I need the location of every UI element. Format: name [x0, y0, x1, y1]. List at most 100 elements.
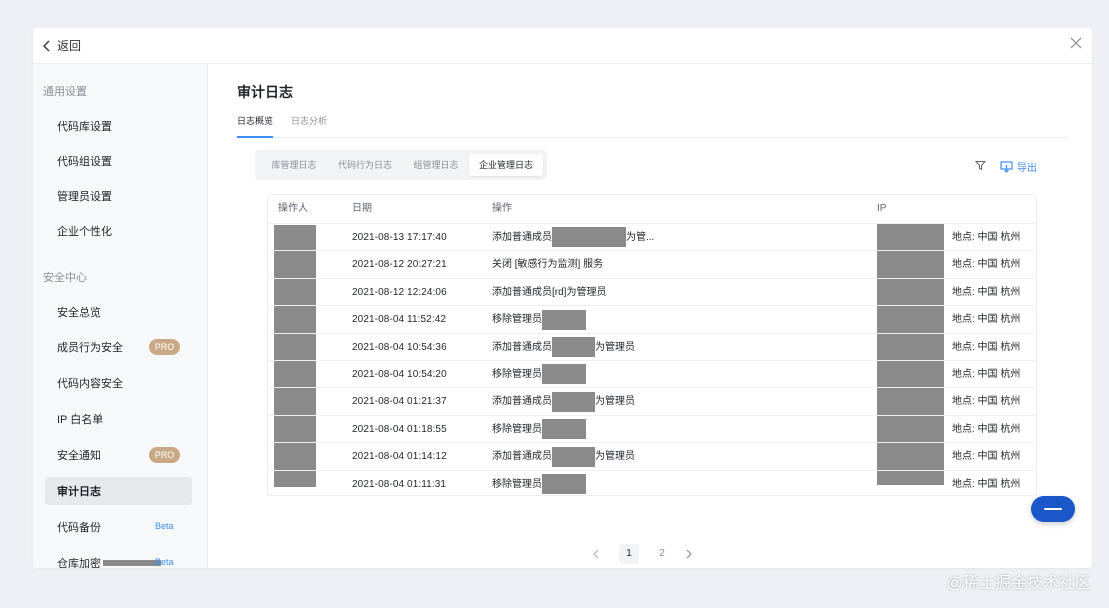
chevron-left-icon	[43, 40, 50, 51]
operation-cell: 移除管理员	[492, 306, 586, 333]
tab-log-overview[interactable]: 日志概览	[237, 114, 274, 138]
redaction-block	[103, 560, 161, 566]
back-label: 返回	[57, 39, 82, 53]
column-header-date: 日期	[352, 203, 372, 214]
page-2-button[interactable]: 2	[652, 544, 672, 564]
location-cell: 地点: 中国 杭州	[952, 232, 1021, 243]
table-row: 2021-08-12 20:27:21 关闭 [敏感行为监测] 服务 地点: 中国 …	[268, 250, 1036, 277]
table-row: 2021-08-04 10:54:36 添加普通成员 为管理员 地点: 中国 杭州	[268, 332, 1036, 361]
operation-cell: 移除管理员	[492, 416, 586, 443]
table-row: 2021-08-04 10:54:20 移除管理员 地点: 中国 杭州	[268, 360, 1036, 387]
sidebar-item-label: 企业个性化	[57, 226, 112, 238]
tab-bar: 日志概览 日志分析	[237, 114, 1068, 138]
operation-cell: 关闭 [敏感行为监测] 服务	[492, 251, 603, 278]
operation-text: 移除管理员	[492, 369, 542, 380]
prev-page-icon[interactable]	[592, 549, 600, 559]
chat-assistant-button[interactable]	[1031, 496, 1075, 522]
name-redaction	[542, 309, 586, 330]
operation-text: 移除管理员	[492, 314, 542, 326]
sidebar-item-personalization[interactable]: 企业个性化	[45, 217, 192, 245]
name-redaction	[542, 473, 586, 494]
date-cell: 2021-08-04 01:21:37	[352, 396, 447, 408]
location-cell: 地点: 中国 杭州	[952, 423, 1021, 435]
name-redaction	[552, 336, 595, 357]
pro-badge: PRO	[149, 447, 180, 463]
close-icon[interactable]	[1070, 37, 1082, 49]
location-cell: 地点: 中国 杭州	[952, 259, 1021, 271]
sidebar-item-repo-encryption[interactable]: 仓库加密 Beta	[45, 549, 192, 568]
table-row: 2021-08-13 17:17:40 添加普通成员 为管... 地点: 中国 杭州	[268, 223, 1036, 250]
operation-cell: 添加普通成员 为管理员	[492, 334, 635, 361]
beta-badge: Beta	[155, 521, 174, 531]
segment-code-behavior-log[interactable]: 代码行为日志	[329, 154, 401, 176]
date-cell: 2021-08-04 11:52:42	[352, 314, 447, 326]
main-content: 审计日志 日志概览 日志分析 库管理日志 代码行为日志 组管理日志 企业管理日志…	[209, 64, 1092, 568]
settings-window: 返回 通用设置 代码库设置 代码组设置 管理员设置 企业个性化 安全中心 安全总…	[33, 28, 1092, 568]
date-cell: 2021-08-13 17:17:40	[352, 232, 447, 243]
operation-text: 关闭 [敏感行为监测] 服务	[492, 259, 604, 271]
operation-suffix: 为管理员	[595, 396, 635, 408]
log-type-segmented-control: 库管理日志 代码行为日志 组管理日志 企业管理日志	[255, 150, 547, 180]
column-header-operator: 操作人	[278, 203, 308, 214]
date-cell: 2021-08-04 01:11:31	[352, 478, 447, 490]
next-page-icon[interactable]	[685, 549, 693, 559]
location-cell: 地点: 中国 杭州	[952, 369, 1021, 380]
date-cell: 2021-08-04 01:18:55	[352, 423, 447, 435]
sidebar-item-security-notice[interactable]: 安全通知 PRO	[45, 441, 192, 469]
back-button[interactable]: 返回	[43, 37, 81, 54]
name-redaction	[552, 391, 595, 412]
sidebar-item-security-overview[interactable]: 安全总览	[45, 298, 192, 326]
operation-text: 移除管理员	[492, 478, 542, 490]
sidebar-item-admin-settings[interactable]: 管理员设置	[45, 182, 192, 210]
operation-cell: 移除管理员	[492, 361, 586, 388]
page-1-button[interactable]: 1	[619, 544, 639, 564]
page-title: 审计日志	[237, 84, 293, 100]
name-redaction	[552, 227, 626, 248]
sidebar-item-label: 成员行为安全	[57, 342, 123, 354]
export-button[interactable]: 导出	[1000, 159, 1037, 174]
tab-log-analysis[interactable]: 日志分析	[291, 114, 327, 138]
watermark: @稀土掘金技术社区	[946, 575, 1091, 592]
location-cell: 地点: 中国 杭州	[952, 478, 1021, 490]
segment-enterprise-log[interactable]: 企业管理日志	[469, 154, 543, 176]
location-cell: 地点: 中国 杭州	[952, 396, 1021, 408]
name-redaction	[552, 446, 595, 467]
operation-text: 添加普通成员	[492, 451, 552, 463]
operation-suffix: 为管理员	[595, 451, 635, 463]
sidebar-item-label: 安全通知	[57, 450, 101, 462]
location-cell: 地点: 中国 杭州	[952, 451, 1021, 463]
segment-group-log[interactable]: 组管理日志	[403, 154, 469, 176]
sidebar-item-label: IP 白名单	[57, 414, 104, 426]
sidebar: 通用设置 代码库设置 代码组设置 管理员设置 企业个性化 安全中心 安全总览 成…	[33, 64, 208, 568]
sidebar-item-code-backup[interactable]: 代码备份 Beta	[45, 513, 192, 541]
operation-cell: 添加普通成员[rd]为管理员	[492, 279, 606, 306]
table-row: 2021-08-04 01:21:37 添加普通成员 为管理员 地点: 中国 杭州	[268, 387, 1036, 414]
operation-text: 添加普通成员	[492, 341, 552, 353]
minus-icon	[1044, 508, 1062, 510]
pro-badge: PRO	[149, 339, 180, 355]
table-row: 2021-08-04 01:14:12 添加普通成员 为管理员 地点: 中国 杭州	[268, 442, 1036, 469]
sidebar-item-label: 代码库设置	[57, 121, 112, 133]
operation-text: 添加普通成员[rd]为管理员	[492, 286, 607, 298]
location-cell: 地点: 中国 杭州	[952, 286, 1021, 298]
column-header-ip: IP	[877, 203, 887, 214]
sidebar-item-label: 代码内容安全	[57, 378, 123, 390]
table-row: 2021-08-04 01:11:31 移除管理员 地点: 中国 杭州	[268, 469, 1036, 495]
sidebar-item-label: 审计日志	[57, 486, 101, 498]
sidebar-item-member-behavior[interactable]: 成员行为安全 PRO	[45, 333, 192, 361]
sidebar-item-repo-settings[interactable]: 代码库设置	[45, 112, 192, 140]
location-cell: 地点: 中国 杭州	[952, 314, 1021, 326]
operation-suffix: 为管理员	[595, 341, 635, 353]
sidebar-item-audit-log[interactable]: 审计日志	[45, 477, 192, 505]
sidebar-item-ip-whitelist[interactable]: IP 白名单	[45, 405, 192, 433]
sidebar-item-label: 代码组设置	[57, 156, 112, 168]
export-label: 导出	[1017, 163, 1037, 174]
table-row: 2021-08-04 01:18:55 移除管理员 地点: 中国 杭州	[268, 414, 1036, 443]
segment-repo-log[interactable]: 库管理日志	[261, 154, 327, 176]
sidebar-item-label: 仓库加密	[57, 558, 101, 568]
operation-cell: 添加普通成员 为管...	[492, 224, 654, 251]
filter-icon[interactable]	[975, 160, 986, 171]
sidebar-item-code-content[interactable]: 代码内容安全	[45, 369, 192, 397]
sidebar-item-group-settings[interactable]: 代码组设置	[45, 147, 192, 175]
sidebar-section-security: 安全中心	[43, 272, 87, 284]
